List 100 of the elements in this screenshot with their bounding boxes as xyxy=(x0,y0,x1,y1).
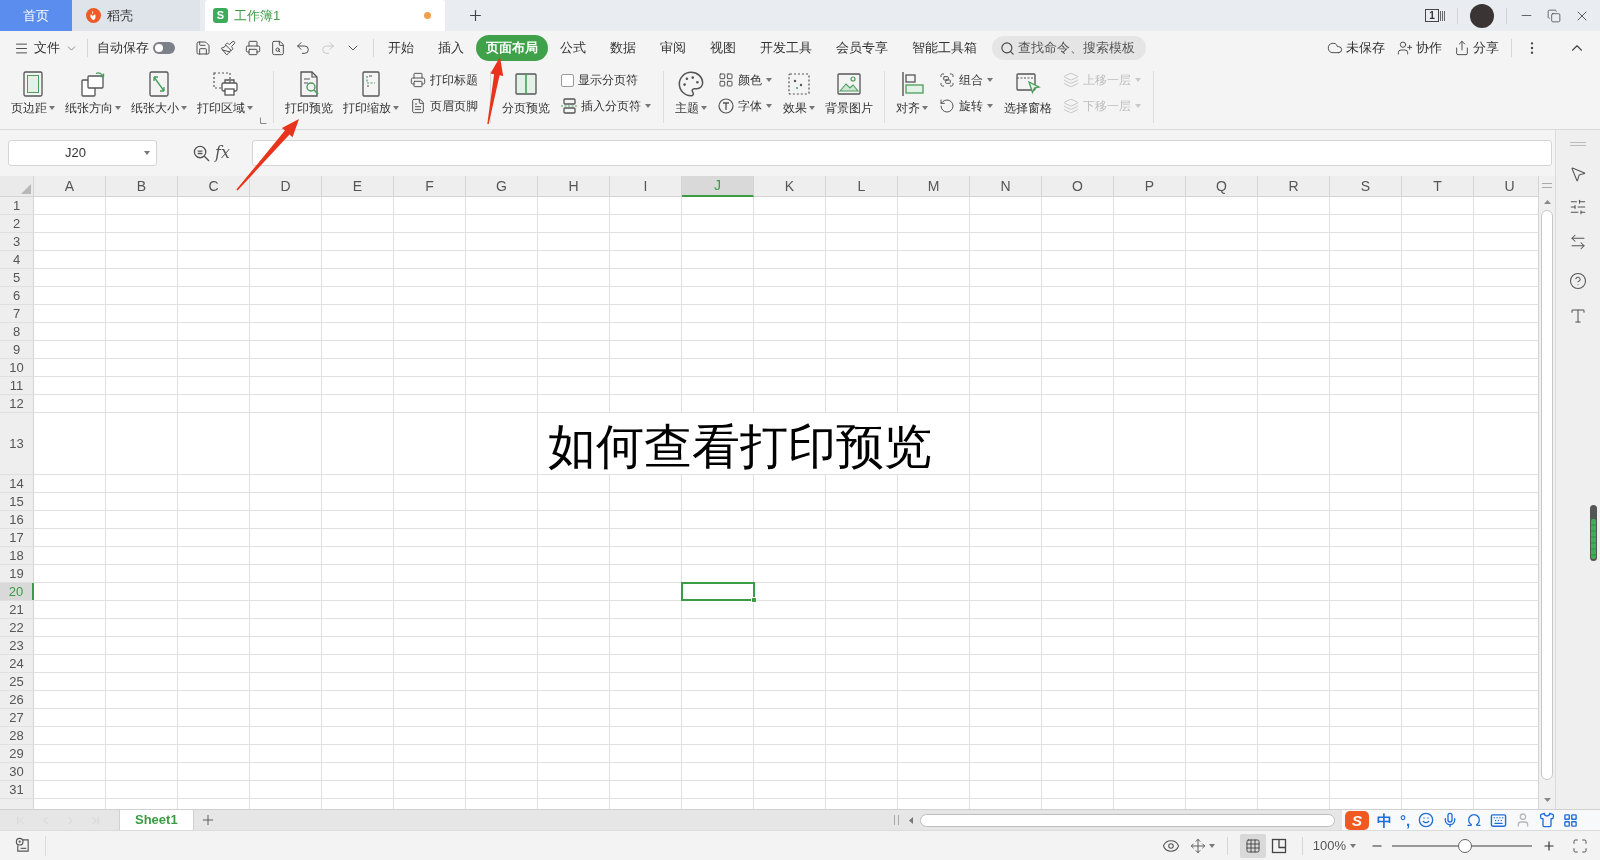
save-status-button[interactable]: 未保存 xyxy=(1327,38,1385,58)
fill-handle-icon[interactable] xyxy=(751,597,757,603)
menu-tab[interactable]: 开发工具 xyxy=(748,35,824,61)
grip-icon[interactable] xyxy=(1570,142,1586,146)
ribbon-button[interactable]: 主题 xyxy=(670,65,712,116)
row-number[interactable]: 25 xyxy=(0,673,34,690)
tab[interactable]: S 工作簿1 xyxy=(205,0,445,31)
column-header[interactable]: R xyxy=(1258,176,1330,197)
column-header[interactable]: K xyxy=(754,176,826,197)
ribbon-button[interactable]: 字体 xyxy=(714,95,776,117)
column-header[interactable]: H xyxy=(538,176,610,197)
grip-icon[interactable] xyxy=(894,815,899,825)
row-number[interactable]: 7 xyxy=(0,305,34,322)
row-number[interactable]: 22 xyxy=(0,619,34,636)
zoom-slider[interactable] xyxy=(1392,838,1532,853)
sliders-icon[interactable] xyxy=(1569,198,1587,216)
ribbon-button[interactable]: 页眉页脚 xyxy=(406,95,482,117)
autosave-toggle[interactable] xyxy=(153,42,175,54)
checkbox-option[interactable]: 显示分页符 xyxy=(557,69,655,91)
row-number[interactable]: 28 xyxy=(0,727,34,744)
slider-thumb[interactable] xyxy=(1457,838,1472,853)
menu-tab[interactable]: 数据 xyxy=(598,35,648,61)
column-header[interactable]: M xyxy=(898,176,970,197)
swap-icon[interactable] xyxy=(1569,233,1587,251)
ribbon-button[interactable]: 对齐 xyxy=(891,65,933,116)
share-button[interactable]: 分享 xyxy=(1454,38,1499,58)
omega-icon[interactable] xyxy=(1466,812,1483,828)
row-number[interactable]: 2 xyxy=(0,215,34,232)
tab[interactable]: 稻壳 xyxy=(72,0,200,31)
column-header[interactable]: P xyxy=(1114,176,1186,197)
row-number[interactable]: 6 xyxy=(0,287,34,304)
menu-tab[interactable]: 审阅 xyxy=(648,35,698,61)
column-header[interactable]: G xyxy=(466,176,538,197)
printer-icon[interactable] xyxy=(245,40,261,56)
column-header[interactable]: S xyxy=(1330,176,1402,197)
menu-tab[interactable]: 视图 xyxy=(698,35,748,61)
fx-button[interactable]: fx xyxy=(215,141,230,165)
search-field[interactable]: 查找命令、搜索模板 xyxy=(992,36,1146,60)
ribbon-button[interactable]: 打印缩放 xyxy=(338,65,404,116)
ribbon-button[interactable]: 选择窗格 xyxy=(999,65,1057,116)
row-number[interactable]: 1 xyxy=(0,197,34,214)
column-header[interactable]: E xyxy=(322,176,394,197)
vertical-scrollbar[interactable] xyxy=(1538,176,1555,809)
ribbon-button[interactable]: 页边距 xyxy=(6,65,60,116)
scroll-left-icon[interactable] xyxy=(909,816,913,824)
ribbon-button[interactable]: 颜色 xyxy=(714,69,776,91)
save-icon[interactable] xyxy=(195,40,211,56)
zoom-in-icon[interactable] xyxy=(1542,838,1556,853)
menu-tab[interactable]: 开始 xyxy=(376,35,426,61)
page-search-icon[interactable] xyxy=(270,40,286,56)
row-number[interactable]: 26 xyxy=(0,691,34,708)
row-number[interactable]: 21 xyxy=(0,601,34,618)
zoom-level-button[interactable]: 100% xyxy=(1312,835,1356,856)
scroll-down-icon[interactable] xyxy=(1543,798,1551,802)
row-number[interactable]: 8 xyxy=(0,323,34,340)
ribbon-button[interactable]: 插入分页符 xyxy=(557,95,655,117)
menu-tab[interactable]: 智能工具箱 xyxy=(900,35,989,61)
name-box[interactable]: J20 xyxy=(8,140,157,166)
grid-icon[interactable] xyxy=(1563,812,1579,828)
punctuation-mode[interactable]: °, xyxy=(1400,812,1411,828)
ribbon-button[interactable]: 分页预览 xyxy=(497,65,555,116)
dialog-launcher-icon[interactable] xyxy=(260,117,267,124)
menu-tab[interactable]: 公式 xyxy=(548,35,598,61)
collaborate-button[interactable]: 协作 xyxy=(1397,38,1442,58)
row-number[interactable]: 12 xyxy=(0,395,34,412)
brush-icon[interactable] xyxy=(220,40,236,56)
row-number[interactable]: 16 xyxy=(0,511,34,528)
ribbon-button[interactable]: 打印标题 xyxy=(406,69,482,91)
menu-tab[interactable]: 会员专享 xyxy=(824,35,900,61)
menu-tab[interactable]: 插入 xyxy=(426,35,476,61)
restore-icon[interactable] xyxy=(1547,8,1561,23)
text-icon[interactable] xyxy=(1569,307,1587,325)
column-header[interactable]: C xyxy=(178,176,250,197)
row-number[interactable]: 11 xyxy=(0,377,34,394)
ribbon-button[interactable]: 纸张大小 xyxy=(126,65,192,116)
shirt-icon[interactable] xyxy=(1539,812,1556,828)
formula-input[interactable] xyxy=(251,140,1552,166)
row-number[interactable]: 15 xyxy=(0,493,34,510)
document-gear-icon[interactable] xyxy=(14,837,31,854)
row-number[interactable]: 17 xyxy=(0,529,34,546)
row-number[interactable]: 5 xyxy=(0,269,34,286)
pointer-icon[interactable] xyxy=(1569,165,1587,183)
file-menu[interactable]: 文件 xyxy=(14,38,78,58)
row-number[interactable]: 30 xyxy=(0,763,34,780)
column-header[interactable]: U xyxy=(1474,176,1538,197)
sheet-tab[interactable]: Sheet1 xyxy=(119,810,194,830)
column-header[interactable]: D xyxy=(250,176,322,197)
column-header[interactable]: Q xyxy=(1186,176,1258,197)
add-icon[interactable] xyxy=(467,7,484,24)
avatar[interactable] xyxy=(1470,3,1494,28)
scrollbar-thumb[interactable] xyxy=(1541,210,1553,780)
row-number[interactable]: 23 xyxy=(0,637,34,654)
column-header[interactable]: A xyxy=(34,176,106,197)
row-number[interactable]: 13 xyxy=(0,413,34,474)
input-mode[interactable]: 中 xyxy=(1377,812,1392,828)
row-number[interactable]: 4 xyxy=(0,251,34,268)
help-icon[interactable] xyxy=(1569,272,1587,290)
keyboard-icon[interactable] xyxy=(1490,811,1508,829)
column-header[interactable]: O xyxy=(1042,176,1114,197)
row-number[interactable]: 27 xyxy=(0,709,34,726)
